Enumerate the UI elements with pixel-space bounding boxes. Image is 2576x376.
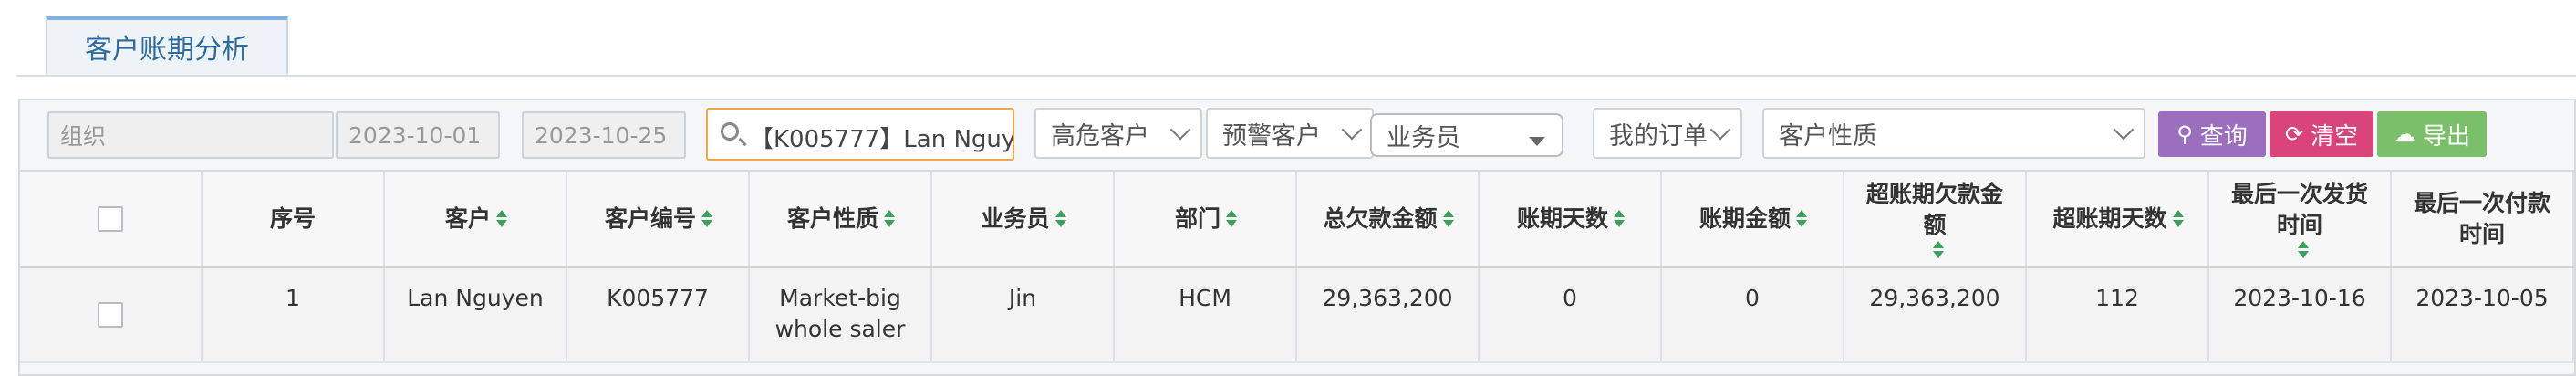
data-table: 序号 客户 客户编号 客户性质 业务员 部门 总欠款金额 账期天数 账期金额 超… bbox=[20, 170, 2574, 363]
sort-icon[interactable] bbox=[2172, 210, 2184, 228]
cloud-download-icon: ☁ bbox=[2393, 121, 2415, 147]
col-header-overdue-amount[interactable]: 超账期欠款金额 bbox=[1844, 172, 2027, 266]
sort-icon[interactable] bbox=[1796, 210, 1807, 228]
date-from-input[interactable]: 2023-10-01 bbox=[336, 111, 500, 159]
col-header-code[interactable]: 客户编号 bbox=[567, 172, 750, 266]
sort-icon[interactable] bbox=[2298, 241, 2309, 259]
sort-icon[interactable] bbox=[1442, 210, 1454, 228]
query-button[interactable]: ⚲ 查询 bbox=[2158, 111, 2266, 157]
customer-type-select[interactable]: 客户性质 bbox=[1762, 108, 2145, 159]
table-row[interactable]: 1 Lan Nguyen K005777 Market-big whole sa… bbox=[20, 268, 2574, 363]
sort-icon[interactable] bbox=[496, 210, 507, 228]
clear-label: 清空 bbox=[2311, 122, 2359, 151]
cell-salesman: Jin bbox=[932, 268, 1115, 361]
export-button[interactable]: ☁ 导出 bbox=[2377, 111, 2487, 157]
row-select-cell bbox=[20, 268, 203, 361]
cell-overdue-amount: 29,363,200 bbox=[1844, 268, 2027, 361]
cell-last-pay: 2023-10-05 bbox=[2392, 268, 2574, 361]
col-header-last-pay: 最后一次付款时间 bbox=[2392, 172, 2574, 266]
cell-customer: Lan Nguyen bbox=[385, 268, 567, 361]
my-orders-label: 我的订单 bbox=[1609, 121, 1708, 151]
col-header-last-ship[interactable]: 最后一次发货时间 bbox=[2209, 172, 2392, 266]
sort-icon[interactable] bbox=[1614, 210, 1625, 228]
cell-total-debt: 29,363,200 bbox=[1297, 268, 1480, 361]
chevron-down-icon bbox=[1709, 119, 1731, 141]
date-to-input[interactable]: 2023-10-25 bbox=[522, 111, 686, 159]
cell-overdue-days: 112 bbox=[2027, 268, 2209, 361]
col-header-customer[interactable]: 客户 bbox=[385, 172, 567, 266]
col-header-total-debt[interactable]: 总欠款金额 bbox=[1297, 172, 1480, 266]
col-header-salesman[interactable]: 业务员 bbox=[932, 172, 1115, 266]
salesman-label: 业务员 bbox=[1387, 123, 1460, 152]
select-all-checkbox[interactable] bbox=[98, 206, 123, 232]
search-value: 【K005777】Lan Nguyen bbox=[750, 126, 1014, 153]
my-orders-select[interactable]: 我的订单 bbox=[1593, 108, 1742, 159]
clear-button[interactable]: ⟳ 清空 bbox=[2270, 111, 2373, 157]
chevron-down-icon bbox=[2113, 119, 2135, 141]
col-header-term-amount[interactable]: 账期金额 bbox=[1662, 172, 1844, 266]
tab-bar: 客户账期分析 bbox=[16, 0, 2576, 77]
chevron-down-icon bbox=[1341, 119, 1363, 141]
col-header-index: 序号 bbox=[203, 172, 385, 266]
table-header: 序号 客户 客户编号 客户性质 业务员 部门 总欠款金额 账期天数 账期金额 超… bbox=[20, 172, 2574, 268]
org-input[interactable]: 组织 bbox=[47, 111, 334, 159]
customer-type-label: 客户性质 bbox=[1779, 121, 1877, 151]
cell-code: K005777 bbox=[567, 268, 750, 361]
cell-last-ship: 2023-10-16 bbox=[2209, 268, 2392, 361]
sort-icon[interactable] bbox=[1933, 241, 1944, 259]
customer-search-input[interactable]: 【K005777】Lan Nguyen bbox=[706, 108, 1014, 161]
caret-down-icon bbox=[1529, 137, 1545, 146]
col-header-type[interactable]: 客户性质 bbox=[750, 172, 932, 266]
filter-toolbar: 组织 2023-10-01 2023-10-25 【K005777】Lan Ng… bbox=[20, 100, 2574, 170]
salesman-select[interactable]: 业务员 bbox=[1370, 113, 1563, 157]
row-checkbox[interactable] bbox=[98, 302, 123, 328]
cell-term-amount: 0 bbox=[1662, 268, 1844, 361]
query-label: 查询 bbox=[2199, 122, 2248, 151]
select-all-cell bbox=[20, 172, 203, 266]
col-header-dept[interactable]: 部门 bbox=[1115, 172, 1297, 266]
cell-type: Market-big whole saler bbox=[750, 268, 932, 361]
cell-dept: HCM bbox=[1115, 268, 1297, 361]
high-risk-select[interactable]: 高危客户 bbox=[1034, 108, 1202, 159]
sort-icon[interactable] bbox=[701, 210, 712, 228]
sort-icon[interactable] bbox=[884, 210, 895, 228]
tab-customer-period-analysis[interactable]: 客户账期分析 bbox=[46, 16, 288, 75]
report-panel: 组织 2023-10-01 2023-10-25 【K005777】Lan Ng… bbox=[18, 99, 2576, 376]
export-label: 导出 bbox=[2422, 122, 2470, 151]
warning-label: 预警客户 bbox=[1222, 121, 1321, 151]
cell-index: 1 bbox=[203, 268, 385, 361]
sort-icon[interactable] bbox=[1054, 210, 1066, 228]
warning-select[interactable]: 预警客户 bbox=[1206, 108, 1374, 159]
cell-term-days: 0 bbox=[1480, 268, 1662, 361]
col-header-overdue-days[interactable]: 超账期天数 bbox=[2027, 172, 2209, 266]
refresh-icon: ⟳ bbox=[2284, 121, 2304, 147]
search-icon bbox=[721, 122, 739, 141]
high-risk-label: 高危客户 bbox=[1051, 121, 1149, 151]
search-icon: ⚲ bbox=[2176, 121, 2193, 147]
col-header-term-days[interactable]: 账期天数 bbox=[1480, 172, 1662, 266]
sort-icon[interactable] bbox=[1226, 210, 1237, 228]
chevron-down-icon bbox=[1169, 119, 1191, 141]
